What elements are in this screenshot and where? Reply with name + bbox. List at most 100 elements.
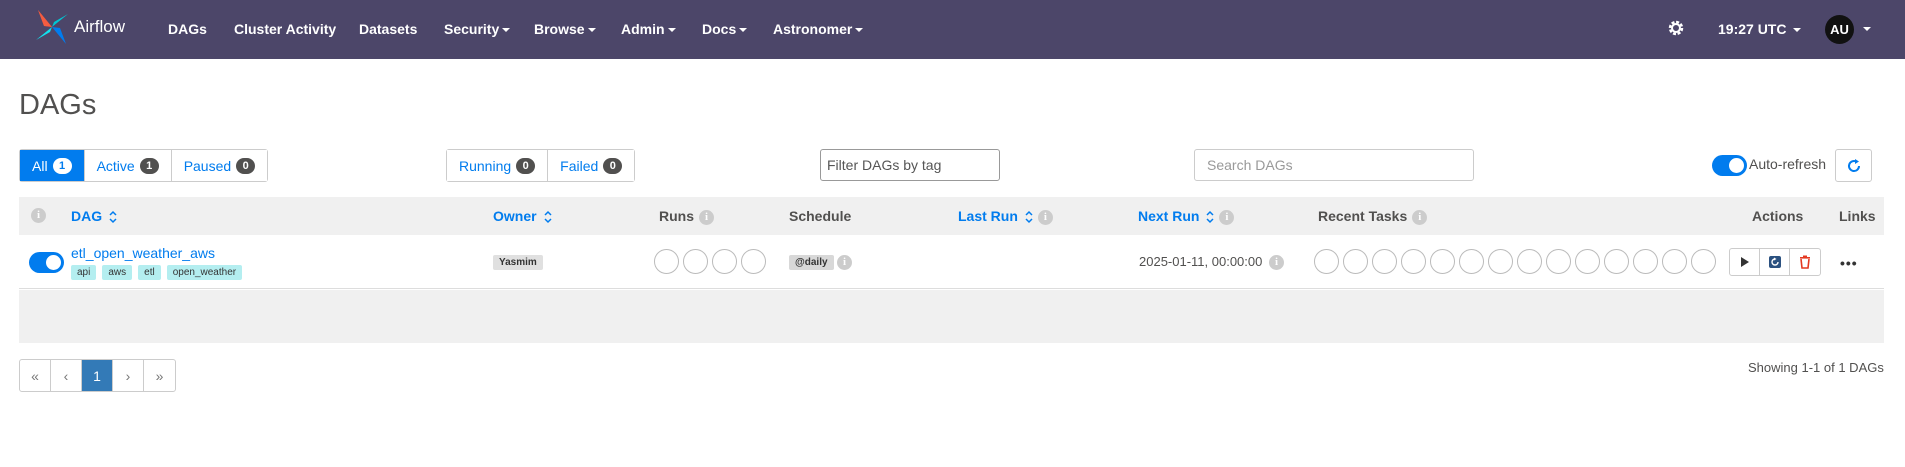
table-row: etl_open_weather_aws api aws etl open_we… xyxy=(19,235,1884,289)
page-next-button[interactable]: › xyxy=(113,360,144,391)
col-last-run[interactable]: Last Run i xyxy=(958,208,1053,225)
sort-icon xyxy=(1025,211,1033,224)
info-icon[interactable]: i xyxy=(1219,209,1235,225)
task-state-circle[interactable] xyxy=(1604,249,1629,274)
page-prev-button[interactable]: ‹ xyxy=(51,360,82,391)
col-owner[interactable]: Owner xyxy=(493,208,552,224)
run-state-circle[interactable] xyxy=(741,249,766,274)
task-state-circle[interactable] xyxy=(1662,249,1687,274)
task-state-circle[interactable] xyxy=(1459,249,1484,274)
delete-dag-button[interactable] xyxy=(1790,249,1820,275)
sort-icon xyxy=(1206,211,1214,224)
info-icon[interactable]: i xyxy=(837,255,852,270)
run-filter-group: Running 0 Failed 0 xyxy=(446,149,636,182)
dag-pause-toggle[interactable] xyxy=(29,252,64,273)
tag-etl[interactable]: etl xyxy=(138,265,161,280)
page-last-button[interactable]: » xyxy=(144,360,175,391)
info-icon[interactable]: i xyxy=(1037,209,1053,225)
tag-aws[interactable]: aws xyxy=(102,265,133,280)
task-state-circle[interactable] xyxy=(1401,249,1426,274)
caret-down-icon xyxy=(1793,28,1802,33)
airflow-pinwheel-icon xyxy=(36,10,68,44)
filter-running-button[interactable]: Running 0 xyxy=(447,150,549,181)
nav-docs[interactable]: Docs xyxy=(702,21,748,37)
refresh-button[interactable] xyxy=(1835,149,1872,182)
filter-all-button[interactable]: All 1 xyxy=(20,150,85,181)
navbar: Airflow DAGs Cluster Activity Datasets S… xyxy=(0,0,1905,59)
page-first-button[interactable]: « xyxy=(20,360,51,391)
task-state-circle[interactable] xyxy=(1372,249,1397,274)
task-state-circle[interactable] xyxy=(1314,249,1339,274)
run-state-circle[interactable] xyxy=(712,249,737,274)
owner-badge[interactable]: Yasmim xyxy=(493,255,543,270)
auto-refresh-toggle[interactable] xyxy=(1712,155,1747,176)
user-menu-caret-icon[interactable] xyxy=(1863,27,1871,31)
utc-clock[interactable]: 19:27 UTC xyxy=(1718,21,1802,37)
user-avatar[interactable]: AU xyxy=(1825,15,1854,44)
nav-dags[interactable]: DAGs xyxy=(168,21,207,37)
trash-icon xyxy=(1800,255,1810,269)
run-state-circle[interactable] xyxy=(654,249,679,274)
task-state-circle[interactable] xyxy=(1633,249,1658,274)
pagination: « ‹ 1 › » xyxy=(19,359,176,392)
task-state-circle[interactable] xyxy=(1691,249,1716,274)
caret-down-icon xyxy=(587,28,596,33)
col-actions: Actions xyxy=(1752,208,1804,224)
nav-browse[interactable]: Browse xyxy=(534,21,596,37)
next-run-value: 2025-01-11, 00:00:00 xyxy=(1139,254,1263,269)
col-next-run[interactable]: Next Run i xyxy=(1138,208,1235,225)
nav-astronomer[interactable]: Astronomer xyxy=(773,21,864,37)
page-title: DAGs xyxy=(19,89,97,121)
nav-datasets[interactable]: Datasets xyxy=(359,21,417,37)
col-links: Links xyxy=(1839,208,1876,224)
task-state-circle[interactable] xyxy=(1488,249,1513,274)
auto-refresh-label: Auto-refresh xyxy=(1749,156,1827,172)
filter-paused-button[interactable]: Paused 0 xyxy=(171,150,268,181)
airflow-logo[interactable]: Airflow xyxy=(34,8,125,46)
info-icon[interactable]: i xyxy=(1412,209,1428,225)
more-links-icon[interactable]: ••• xyxy=(1840,255,1858,271)
task-state-circle[interactable] xyxy=(1343,249,1368,274)
caret-down-icon xyxy=(855,28,864,33)
status-filter-group: All 1 Active 1 Paused 0 xyxy=(19,149,269,182)
page-current-button[interactable]: 1 xyxy=(82,360,113,391)
nav-admin[interactable]: Admin xyxy=(621,21,676,37)
table-header: i DAG Owner Runs i Schedule Last Run i Nex… xyxy=(19,197,1884,235)
sort-icon xyxy=(109,211,117,224)
caret-down-icon xyxy=(667,28,676,33)
dag-tags: api aws etl open_weather xyxy=(71,265,243,280)
task-state-circle[interactable] xyxy=(1546,249,1571,274)
search-input[interactable]: Search DAGs xyxy=(1194,149,1474,181)
task-state-circle[interactable] xyxy=(1430,249,1455,274)
play-icon xyxy=(1740,257,1749,267)
count-badge: 0 xyxy=(516,157,536,174)
nav-security[interactable]: Security xyxy=(444,21,511,37)
count-badge: 0 xyxy=(603,157,623,174)
col-recent-tasks: Recent Tasks i xyxy=(1318,208,1428,225)
tag-api[interactable]: api xyxy=(71,265,97,280)
count-badge: 1 xyxy=(139,157,159,174)
tag-filter-input[interactable]: Filter DAGs by tag xyxy=(820,149,1000,181)
run-state-circle[interactable] xyxy=(683,249,708,274)
reset-icon xyxy=(1768,256,1781,268)
trigger-dag-button[interactable] xyxy=(1730,249,1760,275)
filter-failed-button[interactable]: Failed 0 xyxy=(548,150,635,181)
nav-cluster-activity[interactable]: Cluster Activity xyxy=(234,21,336,37)
clear-dag-button[interactable] xyxy=(1760,249,1790,275)
brand-name: Airflow xyxy=(74,17,126,36)
dag-id-link[interactable]: etl_open_weather_aws xyxy=(71,245,215,261)
info-icon[interactable]: i xyxy=(31,208,46,223)
count-badge: 1 xyxy=(52,157,72,174)
schedule-badge[interactable]: @daily xyxy=(789,255,834,270)
info-icon[interactable]: i xyxy=(699,209,714,225)
task-state-circle[interactable] xyxy=(1575,249,1600,274)
table-empty-area xyxy=(19,290,1884,343)
filter-active-button[interactable]: Active 1 xyxy=(84,150,172,181)
col-runs: Runs i xyxy=(659,208,714,225)
caret-down-icon xyxy=(502,28,511,33)
task-state-circle[interactable] xyxy=(1517,249,1542,274)
tag-open-weather[interactable]: open_weather xyxy=(166,265,243,280)
col-dag[interactable]: DAG xyxy=(71,208,117,224)
info-icon[interactable]: i xyxy=(1269,255,1284,270)
gear-icon[interactable] xyxy=(1666,18,1686,41)
